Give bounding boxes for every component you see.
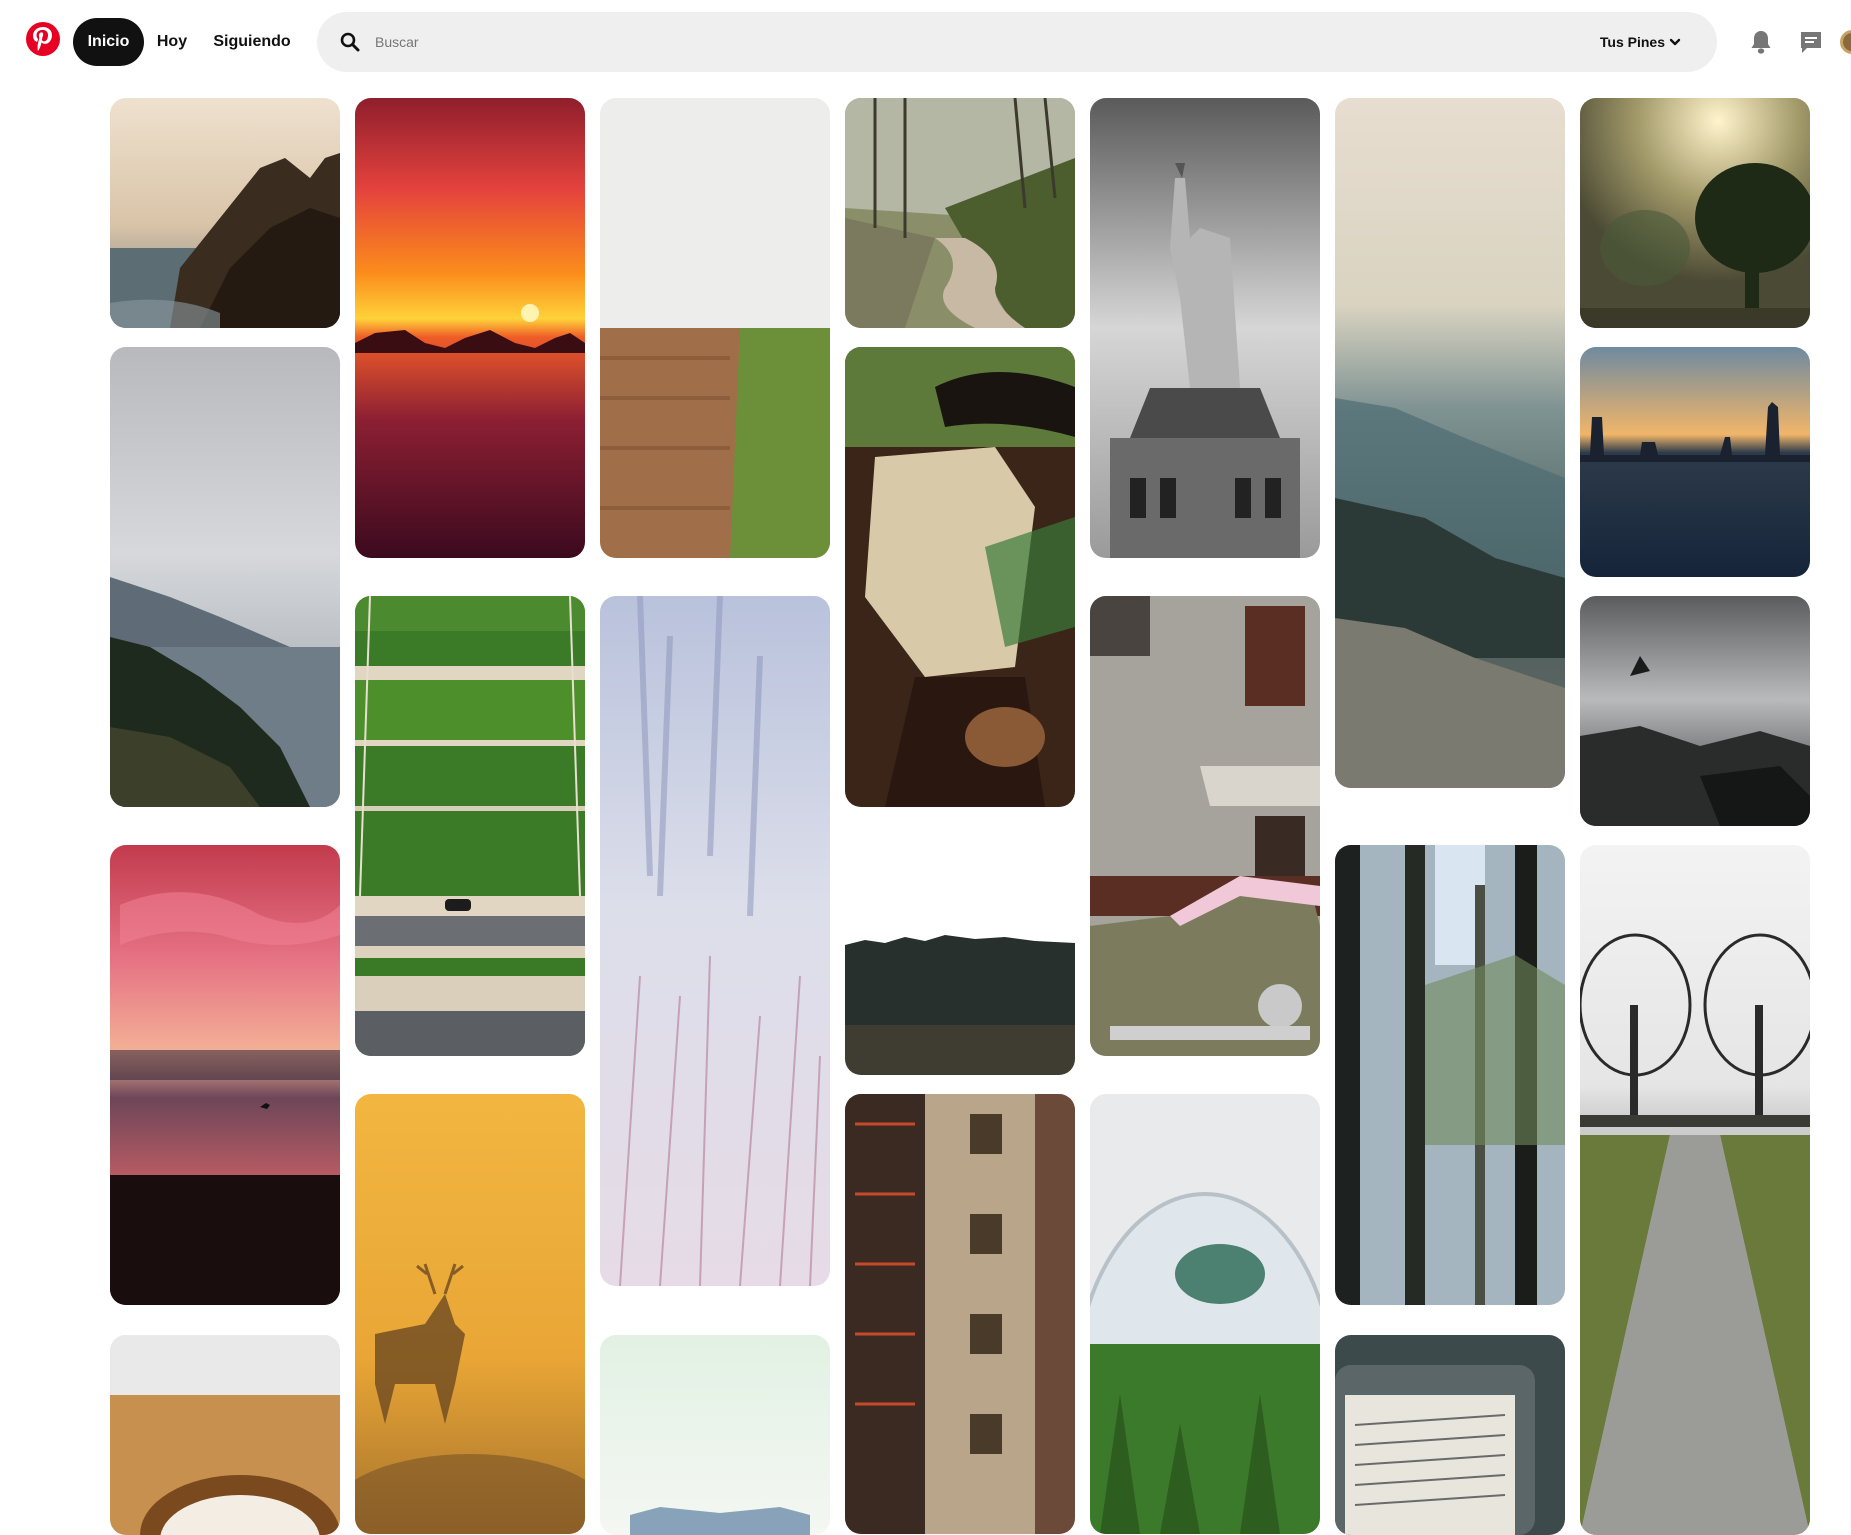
tus-pines-dropdown[interactable]: Tus Pines — [1600, 30, 1681, 54]
pin-valley-overlook[interactable] — [1335, 98, 1565, 788]
nav-inicio[interactable]: Inicio — [73, 18, 144, 66]
top-header: Inicio Hoy Siguiendo Tus Pines — [0, 0, 1851, 84]
pin-bare-trees-path[interactable] — [1580, 845, 1810, 1535]
pin-coastal-cliffs[interactable] — [110, 98, 340, 328]
pin-statue-of-liberty[interactable] — [1090, 98, 1320, 558]
nav-siguiendo[interactable]: Siguiendo — [205, 18, 299, 66]
bell-icon[interactable] — [1745, 26, 1777, 58]
chat-icon[interactable] — [1795, 26, 1827, 58]
pin-grid — [0, 0, 1851, 1535]
nav-hoy[interactable]: Hoy — [148, 18, 196, 66]
pin-soccer-field[interactable] — [355, 596, 585, 1056]
pinterest-logo-icon[interactable] — [26, 22, 60, 56]
search-bar[interactable]: Tus Pines — [317, 12, 1717, 72]
pin-forest-road[interactable] — [845, 98, 1075, 328]
search-input[interactable] — [375, 26, 1275, 58]
pin-kindle[interactable] — [1335, 1335, 1565, 1535]
pin-rocky-shore[interactable] — [1580, 596, 1810, 826]
pin-tall-forest[interactable] — [1335, 845, 1565, 1305]
pin-coffee-cup[interactable] — [110, 1335, 340, 1535]
avatar[interactable] — [1840, 30, 1851, 54]
pin-brick-building[interactable] — [845, 1094, 1075, 1534]
pin-city-skyline[interactable] — [1580, 347, 1810, 577]
pin-pink-sky-beach[interactable] — [110, 845, 340, 1305]
pin-terrarium[interactable] — [1090, 1094, 1320, 1534]
pin-foggy-tree[interactable] — [1580, 98, 1810, 328]
pin-old-building-car[interactable] — [1090, 596, 1320, 1056]
chevron-down-icon — [1669, 34, 1681, 50]
pin-ocean-sunset[interactable] — [355, 98, 585, 558]
tus-pines-label: Tus Pines — [1599, 34, 1665, 50]
pin-mountain-coast[interactable] — [110, 347, 340, 807]
pin-man-in-hat[interactable] — [845, 347, 1075, 807]
pin-frosty-grass[interactable] — [600, 596, 830, 1286]
pin-plowed-field[interactable] — [600, 98, 830, 558]
pin-beach-scene[interactable] — [600, 1335, 830, 1535]
pin-pine-treeline[interactable] — [845, 845, 1075, 1075]
pin-deer-in-fog[interactable] — [355, 1094, 585, 1534]
search-icon — [339, 31, 361, 53]
